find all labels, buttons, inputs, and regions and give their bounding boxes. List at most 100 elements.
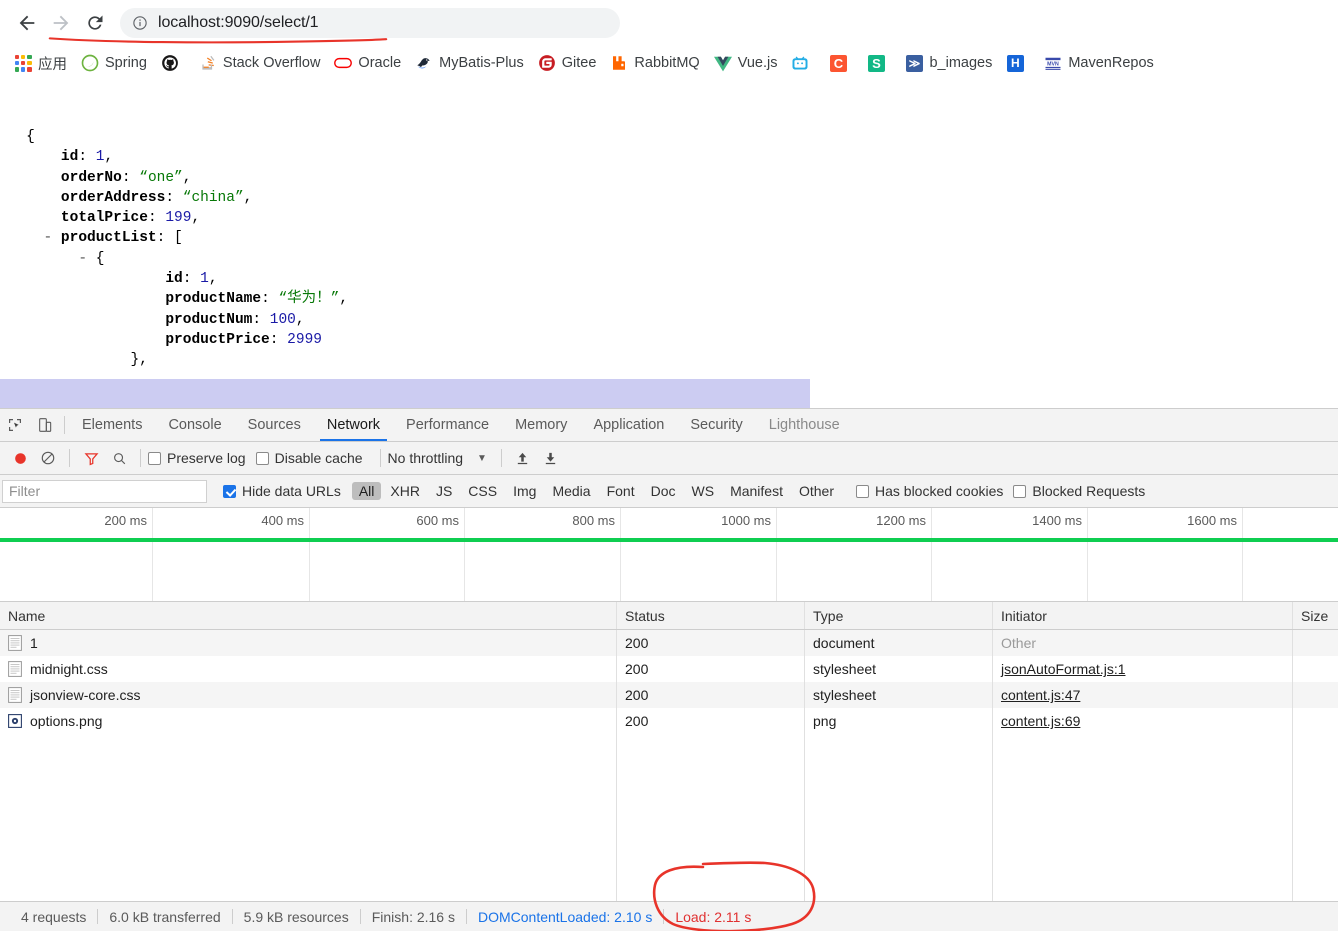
bookmark-oracle[interactable]: Oracle [328, 50, 407, 76]
checkbox-box [148, 451, 161, 465]
json-punc: : [252, 311, 270, 328]
initiator-link[interactable]: content.js:47 [1001, 687, 1080, 703]
bookmark-maven-repository[interactable]: MVN MavenRepos [1038, 50, 1159, 76]
network-filterbar: Filter Hide data URLs All XHR JS CSS Img… [0, 475, 1338, 508]
json-collapse-toggle[interactable]: - [44, 230, 61, 246]
tab-sources[interactable]: Sources [235, 409, 314, 441]
bookmark-hexo[interactable]: H [1000, 50, 1036, 76]
cell-name[interactable]: 1 [0, 630, 617, 656]
filter-type-all[interactable]: All [351, 482, 382, 500]
has-blocked-cookies-checkbox[interactable]: Has blocked cookies [856, 483, 1003, 499]
filter-type-ws[interactable]: WS [685, 482, 722, 500]
tab-network[interactable]: Network [314, 409, 393, 441]
filter-input[interactable]: Filter [2, 479, 207, 503]
network-overview-timeline[interactable]: 200 ms 400 ms 600 ms 800 ms 1000 ms 1200 ms 14… [0, 508, 1338, 602]
filter-type-font[interactable]: Font [600, 482, 642, 500]
tab-security[interactable]: Security [677, 409, 755, 441]
bookmark-spring[interactable]: Spring [75, 50, 153, 76]
bookmark-segmentfault[interactable]: S [861, 50, 897, 76]
cell-name[interactable]: jsonview-core.css [0, 682, 617, 708]
tab-application[interactable]: Application [580, 409, 677, 441]
bookmark-apps[interactable]: 应用 [8, 50, 73, 76]
column-header-type[interactable]: Type [805, 602, 993, 629]
filter-type-manifest[interactable]: Manifest [723, 482, 790, 500]
bookmark-github[interactable] [155, 50, 191, 76]
table-row[interactable]: options.png 200 png content.js:69 [0, 708, 1338, 734]
info-circle-icon[interactable] [132, 15, 148, 31]
bookmark-vuejs[interactable]: Vue.js [708, 50, 784, 76]
bookmark-rabbitmq[interactable]: RabbitMQ [604, 50, 705, 76]
device-toolbar-button[interactable] [30, 409, 60, 441]
record-button[interactable] [6, 445, 34, 471]
bookmark-csdn[interactable]: C [823, 50, 859, 76]
json-collapse-toggle[interactable]: - [78, 251, 95, 267]
toolbar-divider [69, 449, 70, 467]
initiator-link[interactable]: jsonAutoFormat.js:1 [1001, 661, 1126, 677]
table-row[interactable]: jsonview-core.css 200 stylesheet content.js… [0, 682, 1338, 708]
tab-elements[interactable]: Elements [69, 409, 155, 441]
back-button[interactable] [10, 6, 44, 40]
import-har-button[interactable] [509, 445, 537, 471]
tab-console[interactable]: Console [155, 409, 234, 441]
request-name: midnight.css [30, 661, 108, 677]
throttling-dropdown[interactable]: No throttling ▼ [388, 450, 487, 466]
filter-type-other[interactable]: Other [792, 482, 841, 500]
bookmark-gitee[interactable]: Gitee [532, 50, 603, 76]
filter-type-xhr[interactable]: XHR [383, 482, 427, 500]
hide-data-urls-checkbox[interactable]: Hide data URLs [223, 483, 341, 499]
json-line: orderNo: “one”, [0, 168, 1338, 188]
inspect-element-button[interactable] [0, 409, 30, 441]
export-har-button[interactable] [537, 445, 565, 471]
table-row[interactable]: midnight.css 200 stylesheet jsonAutoFormat.… [0, 656, 1338, 682]
json-line: totalPrice: 199, [0, 208, 1338, 228]
column-header-initiator[interactable]: Initiator [993, 602, 1293, 629]
bookmarks-bar: 应用 Spring Stack Overflow Oracle MyBatis-… [0, 45, 1338, 81]
json-punc: , [243, 189, 253, 206]
tab-label: Elements [82, 417, 143, 433]
cell-initiator: Other [993, 630, 1293, 656]
reload-button[interactable] [78, 6, 112, 40]
cell-name[interactable]: midnight.css [0, 656, 617, 682]
network-status-bar: 4 requests 6.0 kB transferred 5.9 kB res… [0, 901, 1338, 931]
address-bar[interactable]: localhost:9090/select/1 [120, 7, 620, 38]
disable-cache-checkbox[interactable]: Disable cache [255, 450, 363, 466]
column-header-size[interactable]: Size [1293, 602, 1338, 629]
stackoverflow-icon [199, 54, 217, 72]
table-row[interactable]: 1 200 document Other [0, 630, 1338, 656]
column-header-status[interactable]: Status [617, 602, 805, 629]
filter-type-js[interactable]: JS [429, 482, 459, 500]
filter-type-doc[interactable]: Doc [644, 482, 683, 500]
bookmark-bilibili[interactable] [785, 50, 821, 76]
filter-toggle-button[interactable] [77, 445, 105, 471]
search-button[interactable] [105, 445, 133, 471]
github-icon [161, 54, 179, 72]
tab-lighthouse[interactable]: Lighthouse [756, 409, 853, 441]
tab-performance[interactable]: Performance [393, 409, 502, 441]
tab-memory[interactable]: Memory [502, 409, 580, 441]
preserve-log-checkbox[interactable]: Preserve log [148, 450, 246, 466]
timeline-tick-label: 200 ms [104, 513, 147, 528]
json-content[interactable]: { id: 1, orderNo: “one”, orderAddress: “… [0, 81, 1338, 371]
cell-initiator[interactable]: jsonAutoFormat.js:1 [993, 656, 1293, 682]
bookmark-mybatis-plus[interactable]: MyBatis-Plus [409, 50, 530, 76]
filter-type-img[interactable]: Img [506, 482, 543, 500]
blocked-requests-checkbox[interactable]: Blocked Requests [1013, 483, 1145, 499]
bookmark-b-images[interactable]: ≫ b_images [899, 50, 998, 76]
cell-name[interactable]: options.png [0, 708, 617, 734]
column-header-name[interactable]: Name [0, 602, 617, 629]
filter-type-css[interactable]: CSS [461, 482, 504, 500]
disable-cache-label: Disable cache [274, 450, 363, 466]
document-file-icon [8, 635, 22, 651]
initiator-link[interactable]: content.js:69 [1001, 713, 1080, 729]
clear-button[interactable] [34, 445, 62, 471]
search-icon [113, 452, 125, 464]
forward-button[interactable] [44, 6, 78, 40]
cell-initiator[interactable]: content.js:47 [993, 682, 1293, 708]
filter-type-media[interactable]: Media [545, 482, 597, 500]
cell-initiator[interactable]: content.js:69 [993, 708, 1293, 734]
bookmark-stack-overflow[interactable]: Stack Overflow [193, 50, 327, 76]
bimages-icon: ≫ [905, 54, 923, 72]
tab-label: Console [168, 417, 222, 433]
bookmark-label: MavenRepos [1068, 55, 1154, 71]
json-punc: , [208, 271, 218, 288]
